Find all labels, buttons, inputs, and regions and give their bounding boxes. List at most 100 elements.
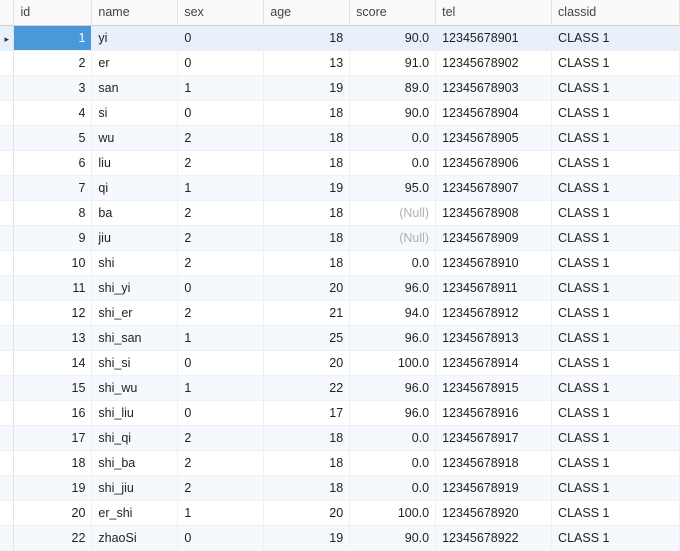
cell-id[interactable]: 19	[14, 475, 92, 500]
cell-classid[interactable]: CLASS 1	[552, 175, 680, 200]
table-row[interactable]: 2er01391.012345678902CLASS 1	[0, 50, 680, 75]
cell-name[interactable]: ba	[92, 200, 178, 225]
cell-score[interactable]: (Null)	[350, 200, 436, 225]
cell-score[interactable]: (Null)	[350, 225, 436, 250]
cell-score[interactable]: 96.0	[350, 275, 436, 300]
cell-tel[interactable]: 12345678902	[436, 50, 552, 75]
cell-classid[interactable]: CLASS 1	[552, 150, 680, 175]
cell-name[interactable]: shi_jiu	[92, 475, 178, 500]
table-row[interactable]: 6liu2180.012345678906CLASS 1	[0, 150, 680, 175]
cell-score[interactable]: 0.0	[350, 125, 436, 150]
cell-age[interactable]: 22	[264, 375, 350, 400]
cell-classid[interactable]: CLASS 1	[552, 500, 680, 525]
cell-score[interactable]: 89.0	[350, 75, 436, 100]
cell-sex[interactable]: 2	[178, 150, 264, 175]
cell-id[interactable]: 13	[14, 325, 92, 350]
table-row[interactable]: 3san11989.012345678903CLASS 1	[0, 75, 680, 100]
cell-id[interactable]: 5	[14, 125, 92, 150]
cell-classid[interactable]: CLASS 1	[552, 225, 680, 250]
cell-name[interactable]: liu	[92, 150, 178, 175]
table-row[interactable]: 4si01890.012345678904CLASS 1	[0, 100, 680, 125]
cell-score[interactable]: 0.0	[350, 250, 436, 275]
cell-classid[interactable]: CLASS 1	[552, 400, 680, 425]
table-row[interactable]: 22zhaoSi01990.012345678922CLASS 1	[0, 525, 680, 550]
cell-score[interactable]: 100.0	[350, 500, 436, 525]
cell-classid[interactable]: CLASS 1	[552, 375, 680, 400]
col-header-name[interactable]: name	[92, 0, 178, 25]
table-row[interactable]: 14shi_si020100.012345678914CLASS 1	[0, 350, 680, 375]
cell-age[interactable]: 18	[264, 250, 350, 275]
cell-tel[interactable]: 12345678909	[436, 225, 552, 250]
table-row[interactable]: ▸1yi01890.012345678901CLASS 1	[0, 25, 680, 50]
cell-name[interactable]: shi_san	[92, 325, 178, 350]
cell-id[interactable]: 9	[14, 225, 92, 250]
cell-sex[interactable]: 0	[178, 525, 264, 550]
cell-sex[interactable]: 1	[178, 175, 264, 200]
table-row[interactable]: 18shi_ba2180.012345678918CLASS 1	[0, 450, 680, 475]
cell-classid[interactable]: CLASS 1	[552, 200, 680, 225]
cell-id[interactable]: 6	[14, 150, 92, 175]
cell-classid[interactable]: CLASS 1	[552, 250, 680, 275]
cell-tel[interactable]: 12345678904	[436, 100, 552, 125]
cell-age[interactable]: 13	[264, 50, 350, 75]
cell-classid[interactable]: CLASS 1	[552, 300, 680, 325]
cell-tel[interactable]: 12345678903	[436, 75, 552, 100]
cell-age[interactable]: 20	[264, 350, 350, 375]
cell-sex[interactable]: 2	[178, 200, 264, 225]
cell-classid[interactable]: CLASS 1	[552, 450, 680, 475]
cell-sex[interactable]: 0	[178, 275, 264, 300]
cell-score[interactable]: 90.0	[350, 525, 436, 550]
cell-score[interactable]: 0.0	[350, 150, 436, 175]
cell-tel[interactable]: 12345678919	[436, 475, 552, 500]
cell-id[interactable]: 18	[14, 450, 92, 475]
cell-tel[interactable]: 12345678915	[436, 375, 552, 400]
cell-tel[interactable]: 12345678901	[436, 25, 552, 50]
cell-tel[interactable]: 12345678916	[436, 400, 552, 425]
cell-name[interactable]: shi_er	[92, 300, 178, 325]
cell-name[interactable]: shi_wu	[92, 375, 178, 400]
cell-sex[interactable]: 1	[178, 375, 264, 400]
cell-name[interactable]: yi	[92, 25, 178, 50]
table-row[interactable]: 20er_shi120100.012345678920CLASS 1	[0, 500, 680, 525]
table-row[interactable]: 8ba218(Null)12345678908CLASS 1	[0, 200, 680, 225]
cell-score[interactable]: 90.0	[350, 100, 436, 125]
cell-name[interactable]: shi	[92, 250, 178, 275]
cell-name[interactable]: er	[92, 50, 178, 75]
cell-tel[interactable]: 12345678918	[436, 450, 552, 475]
cell-id[interactable]: 11	[14, 275, 92, 300]
cell-score[interactable]: 0.0	[350, 425, 436, 450]
cell-sex[interactable]: 1	[178, 75, 264, 100]
col-header-age[interactable]: age	[264, 0, 350, 25]
cell-tel[interactable]: 12345678905	[436, 125, 552, 150]
cell-age[interactable]: 20	[264, 275, 350, 300]
cell-id[interactable]: 8	[14, 200, 92, 225]
cell-classid[interactable]: CLASS 1	[552, 125, 680, 150]
table-row[interactable]: 16shi_liu01796.012345678916CLASS 1	[0, 400, 680, 425]
cell-age[interactable]: 17	[264, 400, 350, 425]
cell-age[interactable]: 25	[264, 325, 350, 350]
cell-classid[interactable]: CLASS 1	[552, 475, 680, 500]
cell-score[interactable]: 96.0	[350, 400, 436, 425]
cell-sex[interactable]: 2	[178, 125, 264, 150]
col-header-sex[interactable]: sex	[178, 0, 264, 25]
cell-name[interactable]: san	[92, 75, 178, 100]
table-row[interactable]: 19shi_jiu2180.012345678919CLASS 1	[0, 475, 680, 500]
table-row[interactable]: 7qi11995.012345678907CLASS 1	[0, 175, 680, 200]
cell-tel[interactable]: 12345678914	[436, 350, 552, 375]
cell-sex[interactable]: 2	[178, 225, 264, 250]
cell-score[interactable]: 91.0	[350, 50, 436, 75]
cell-sex[interactable]: 2	[178, 475, 264, 500]
cell-classid[interactable]: CLASS 1	[552, 525, 680, 550]
cell-id[interactable]: 16	[14, 400, 92, 425]
cell-id[interactable]: 22	[14, 525, 92, 550]
cell-score[interactable]: 100.0	[350, 350, 436, 375]
cell-age[interactable]: 18	[264, 25, 350, 50]
cell-sex[interactable]: 2	[178, 300, 264, 325]
cell-score[interactable]: 95.0	[350, 175, 436, 200]
cell-id[interactable]: 4	[14, 100, 92, 125]
cell-tel[interactable]: 12345678922	[436, 525, 552, 550]
cell-name[interactable]: shi_yi	[92, 275, 178, 300]
table-row[interactable]: 15shi_wu12296.012345678915CLASS 1	[0, 375, 680, 400]
cell-age[interactable]: 18	[264, 200, 350, 225]
cell-name[interactable]: shi_si	[92, 350, 178, 375]
